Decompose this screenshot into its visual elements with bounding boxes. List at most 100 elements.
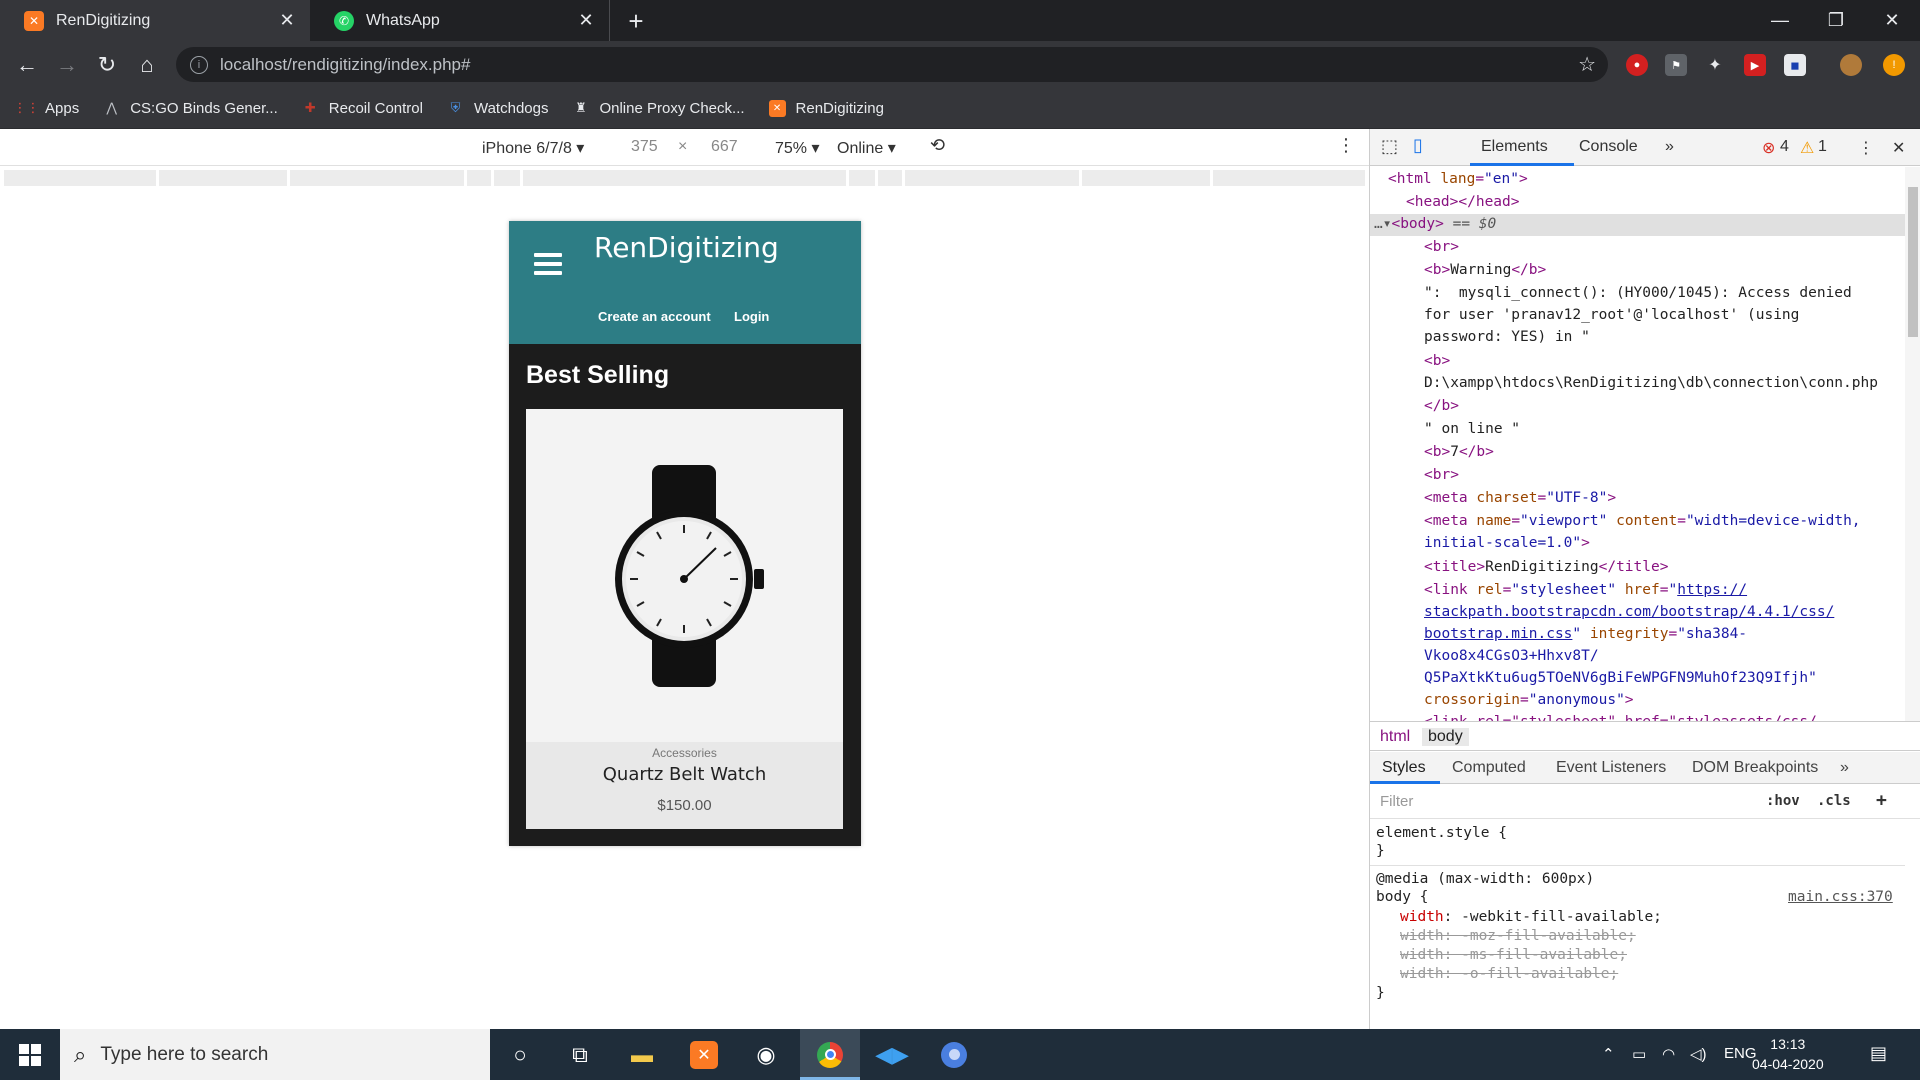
network-throttle-select[interactable]: Online ▾ [837,138,896,158]
forward-arrow-icon[interactable]: → [52,50,82,80]
reload-icon[interactable]: ↻ [92,50,122,80]
warning-icon[interactable]: ⚠ [1800,138,1814,158]
media-query-segment[interactable] [849,170,875,186]
stylesheet-url-link[interactable]: stackpath.bootstrapcdn.com/bootstrap/4.4… [1424,602,1834,622]
error-icon[interactable]: ⊗ [1762,138,1775,158]
tab-console[interactable]: Console [1579,138,1638,156]
extension-screen-icon[interactable]: ◼ [1784,54,1806,76]
bookmark-watchdogs[interactable]: ⛨ Watchdogs [447,100,549,117]
site-brand[interactable]: RenDigitizing [594,231,779,264]
restore-button[interactable]: ❐ [1808,0,1864,41]
login-link[interactable]: Login [734,309,769,324]
media-query-segment[interactable] [290,170,464,186]
dom-node-meta[interactable]: <meta name="viewport" content="width=dev… [1424,511,1861,531]
info-icon[interactable]: i [190,55,208,74]
extension-flag-icon[interactable]: ⚑ [1665,54,1687,76]
media-query-segment[interactable] [159,170,287,186]
cls-toggle[interactable]: .cls [1817,793,1851,809]
media-query-segment[interactable] [878,170,902,186]
dom-node-b[interactable]: <b>7</b> [1424,442,1494,462]
css-property-overridden[interactable]: width: -moz-fill-available; [1400,928,1636,944]
device-select[interactable]: iPhone 6/7/8 ▾ [482,138,584,158]
dom-text-node[interactable]: password: YES) in " [1424,327,1590,347]
media-query-segment[interactable] [523,170,846,186]
more-tabs-icon[interactable]: » [1665,138,1674,156]
product-card[interactable]: Accessories Quartz Belt Watch $150.00 [526,409,843,829]
dom-text-node[interactable]: " on line " [1424,419,1520,439]
dom-attr-continuation[interactable]: bootstrap.min.css" integrity="sha384- [1424,624,1747,644]
styles-filter-input[interactable]: Filter [1380,793,1413,810]
chrome-icon[interactable] [800,1029,860,1080]
dom-text-node[interactable]: for user 'pranav12_root'@'localhost' (us… [1424,305,1799,325]
tab-styles[interactable]: Styles [1382,759,1426,777]
address-bar[interactable]: i localhost/rendigitizing/index.php# ☆ [176,47,1608,82]
taskbar-search[interactable]: ⌕ Type here to search [60,1029,490,1080]
task-view-icon[interactable]: ⧉ [550,1029,610,1080]
bookmark-proxy-check[interactable]: ♜ Online Proxy Check... [572,100,744,117]
bookmark-csgo-binds[interactable]: ⋀ CS:GO Binds Gener... [103,100,277,117]
dom-node-b-close[interactable]: </b> [1424,396,1459,416]
css-property-overridden[interactable]: width: -ms-fill-available; [1400,947,1627,963]
hamburger-menu-icon[interactable] [534,253,562,275]
new-rule-icon[interactable]: + [1876,790,1887,811]
xampp-taskbar-icon[interactable]: ✕ [674,1029,734,1080]
media-query-segment[interactable] [1213,170,1365,186]
dom-tree[interactable]: <html lang="en"> <head></head> …▾<body> … [1370,167,1905,721]
inspect-element-icon[interactable]: ⬚ [1381,136,1398,157]
error-count[interactable]: 4 [1780,138,1789,156]
css-property-active[interactable]: width: -webkit-fill-available; [1400,909,1662,925]
tab-computed[interactable]: Computed [1452,759,1526,777]
tray-overflow-icon[interactable]: ⌃ [1602,1045,1615,1063]
back-arrow-icon[interactable]: ← [12,50,42,80]
device-width-input[interactable]: 375 [631,138,658,156]
dom-attr-continuation[interactable]: initial-scale=1.0"> [1424,533,1590,553]
devtools-close-icon[interactable]: ✕ [1892,138,1905,158]
start-button[interactable] [0,1029,60,1080]
dom-node-br[interactable]: <br> [1424,237,1459,257]
media-query-segment[interactable] [4,170,156,186]
dom-node-head[interactable]: <head></head> [1406,192,1520,212]
dom-node-body[interactable]: …▾<body> == $0 [1374,214,1496,234]
dom-attr-continuation[interactable]: crossorigin="anonymous"> [1424,690,1634,710]
css-selector[interactable]: body { [1376,889,1428,905]
media-query-bar[interactable] [0,167,1369,191]
chrome-secondary-icon[interactable] [924,1029,984,1080]
avatar[interactable] [1840,54,1862,76]
devtools-menu-icon[interactable]: ⋮ [1858,138,1874,158]
new-tab-button[interactable]: + [620,5,652,37]
tab-dom-breakpoints[interactable]: DOM Breakpoints [1692,759,1818,777]
tab-rendigitizing[interactable]: ✕ RenDigitizing ✕ [0,0,310,41]
element-style-rule[interactable]: element.style { [1376,825,1507,841]
create-account-link[interactable]: Create an account [598,309,711,324]
dom-node-link[interactable]: <link rel="stylesheet" href="https:// [1424,580,1747,600]
bookmark-star-icon[interactable]: ☆ [1578,52,1596,77]
styles-pane[interactable]: element.style { } @media (max-width: 600… [1370,819,1905,1029]
dom-node-b[interactable]: <b>Warning</b> [1424,260,1546,280]
media-query-segment[interactable] [1082,170,1210,186]
cortana-icon[interactable]: ○ [490,1029,550,1080]
update-alert-icon[interactable]: ! [1883,54,1905,76]
wifi-icon[interactable]: ◠ [1662,1045,1675,1063]
device-toggle-icon[interactable]: ▯ [1413,135,1423,156]
dom-text-node[interactable]: ": mysqli_connect(): (HY000/1045): Acces… [1424,283,1852,303]
window-close-button[interactable]: ✕ [1864,0,1920,41]
dom-attr-continuation[interactable]: Q5PaXtkKtu6ug5TOeNV6gBiFeWPGFN9MuhOf23Q9… [1424,668,1817,688]
product-name[interactable]: Quartz Belt Watch [526,764,843,785]
more-subtabs-icon[interactable]: » [1840,759,1849,777]
breadcrumb-html[interactable]: html [1374,728,1416,746]
device-height-input[interactable]: 667 [711,138,738,156]
warning-count[interactable]: 1 [1818,138,1827,156]
product-image[interactable] [526,409,843,742]
zoom-select[interactable]: 75% ▾ [775,138,820,158]
dom-node-meta[interactable]: <meta charset="UTF-8"> [1424,488,1616,508]
dom-text-node[interactable]: D:\xampp\htdocs\RenDigitizing\db\connect… [1424,373,1878,393]
home-icon[interactable]: ⌂ [132,50,162,80]
dom-attr-continuation[interactable]: Vkoo8x4CGsO3+Hhxv8T/ [1424,646,1599,666]
media-query-segment[interactable] [494,170,520,186]
tab-elements[interactable]: Elements [1481,138,1548,156]
dom-node-html[interactable]: <html lang="en"> [1388,169,1528,189]
file-explorer-icon[interactable]: ▬ [612,1029,672,1080]
extension-video-icon[interactable]: ▶ [1744,54,1766,76]
media-query-segment[interactable] [905,170,1079,186]
rotate-icon[interactable]: ⟲ [930,135,945,156]
